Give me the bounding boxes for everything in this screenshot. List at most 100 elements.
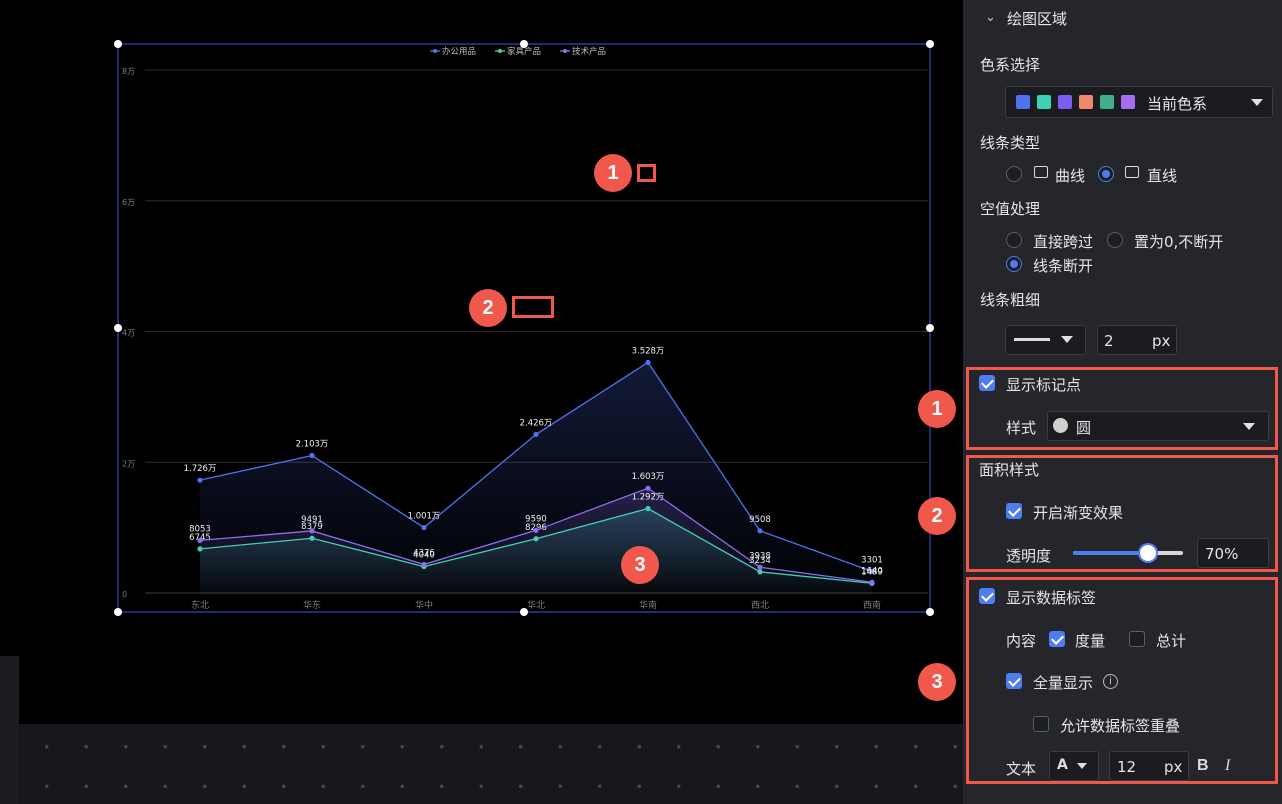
content-total-label[interactable]: 总计 xyxy=(1156,630,1186,651)
line-style-preview xyxy=(1014,338,1050,341)
data-point xyxy=(309,535,315,541)
data-point xyxy=(309,528,315,534)
data-point xyxy=(421,561,427,567)
resize-handle xyxy=(926,608,934,616)
data-point xyxy=(533,536,539,542)
resize-handle xyxy=(926,324,934,332)
show-marker-checkbox[interactable] xyxy=(979,375,995,391)
font-size-value: 12 xyxy=(1117,758,1137,776)
color-scheme-caret-icon xyxy=(1251,99,1263,106)
section-title[interactable]: 绘图区域 xyxy=(1007,8,1067,29)
swatch-5 xyxy=(1100,95,1114,109)
null-break-label[interactable]: 线条断开 xyxy=(1033,255,1093,276)
line-style-caret-icon xyxy=(1061,336,1073,343)
resize-handle xyxy=(114,324,122,332)
line-type-straight-radio[interactable] xyxy=(1098,166,1114,182)
show-data-label-checkbox[interactable] xyxy=(979,588,995,604)
content-label: 内容 xyxy=(1006,632,1037,650)
allow-overlap-label[interactable]: 允许数据标签重叠 xyxy=(1060,715,1180,736)
font-color-caret-icon xyxy=(1077,763,1087,769)
data-point xyxy=(197,546,203,552)
null-handling-label: 空值处理 xyxy=(980,200,1041,218)
gradient-label[interactable]: 开启渐变效果 xyxy=(1033,502,1123,523)
text-style-label: 文本 xyxy=(1006,760,1037,778)
resize-handle xyxy=(520,40,528,48)
legend-marker xyxy=(498,49,502,53)
resize-handle xyxy=(114,608,122,616)
show-data-label-label[interactable]: 显示数据标签 xyxy=(1006,587,1096,608)
bold-button[interactable]: B xyxy=(1197,757,1209,775)
x-tick-label: 东北 xyxy=(191,599,209,611)
null-zero-radio[interactable] xyxy=(1107,232,1123,248)
annotation-badge-1-panel: 1 xyxy=(918,390,956,428)
line-type-label: 线条类型 xyxy=(980,134,1041,152)
data-point xyxy=(645,485,651,491)
highlight-marker-point xyxy=(637,164,656,182)
data-point xyxy=(757,569,763,575)
resize-handle xyxy=(926,40,934,48)
x-tick-label: 华东 xyxy=(303,599,321,611)
data-label: 4376 xyxy=(413,548,435,558)
swatch-2 xyxy=(1037,95,1051,109)
legend-marker xyxy=(563,49,567,53)
allow-overlap-checkbox[interactable] xyxy=(1033,716,1049,732)
opacity-label: 透明度 xyxy=(1006,547,1052,565)
data-label: 3.528万 xyxy=(632,346,665,356)
show-all-checkbox[interactable] xyxy=(1006,673,1022,689)
null-zero-label[interactable]: 置为0,不断开 xyxy=(1134,231,1223,252)
null-skip-radio[interactable] xyxy=(1006,232,1022,248)
line-type-straight-label[interactable]: 直线 xyxy=(1147,165,1177,186)
data-point xyxy=(869,579,875,585)
curve-line-icon xyxy=(1034,166,1048,178)
line-type-curve-label[interactable]: 曲线 xyxy=(1055,165,1085,186)
info-icon[interactable]: i xyxy=(1103,674,1118,689)
app-root: 8万 6万 4万 2万 0 东北 华东 华中 华北 华南 西北 西南 1.726万 2.103万 1.001… xyxy=(0,0,1282,804)
y-tick-label: 6万 xyxy=(122,198,135,207)
content-total-checkbox[interactable] xyxy=(1129,631,1145,647)
data-label: 8053 xyxy=(189,524,211,534)
show-all-label[interactable]: 全量显示 xyxy=(1033,672,1093,693)
line-width-value: 2 xyxy=(1104,332,1114,350)
data-label: 1.292万 xyxy=(632,493,665,503)
line-width-unit: px xyxy=(1152,332,1171,350)
null-skip-label[interactable]: 直接跨过 xyxy=(1033,231,1093,252)
marker-style-label: 样式 xyxy=(1006,419,1037,437)
data-point xyxy=(757,564,763,570)
chart-svg[interactable]: 8万 6万 4万 2万 0 东北 华东 华中 华北 华南 西北 西南 1.726万 2.103万 1.001… xyxy=(0,0,963,804)
legend-label: 办公用品 xyxy=(442,46,476,57)
data-point xyxy=(197,537,203,543)
swatch-4 xyxy=(1079,95,1093,109)
content-measure-checkbox[interactable] xyxy=(1049,631,1065,647)
data-label: 9508 xyxy=(749,515,771,525)
straight-line-icon xyxy=(1125,166,1139,178)
y-tick-label: 8万 xyxy=(122,67,135,76)
y-tick-label: 4万 xyxy=(122,329,135,338)
settings-panel: ⌄ 绘图区域 色系选择 当前色系 线条类型 曲线 直线 空值处理 直接跨过 置为… xyxy=(963,0,1282,804)
data-point xyxy=(533,527,539,533)
x-tick-label: 西南 xyxy=(863,599,881,611)
legend-label: 技术产品 xyxy=(572,46,606,57)
null-break-radio[interactable] xyxy=(1006,256,1022,272)
opacity-slider-thumb[interactable] xyxy=(1137,543,1158,563)
legend-marker xyxy=(433,49,437,53)
highlight-data-label xyxy=(512,296,554,318)
x-tick-label: 华北 xyxy=(527,599,545,611)
swatch-1 xyxy=(1016,95,1030,109)
annotation-badge-2-panel: 2 xyxy=(918,497,956,535)
x-tick-label: 华南 xyxy=(639,599,657,611)
data-point xyxy=(197,477,203,483)
data-label: 9491 xyxy=(301,515,323,525)
data-label: 2.426万 xyxy=(520,418,553,428)
x-tick-label: 西北 xyxy=(751,600,769,611)
chevron-down-icon[interactable]: ⌄ xyxy=(985,10,996,25)
data-label: 9590 xyxy=(525,514,547,524)
gradient-checkbox[interactable] xyxy=(1006,503,1022,519)
area-style-title: 面积样式 xyxy=(979,461,1040,479)
data-label: 1.603万 xyxy=(632,472,665,482)
italic-button[interactable]: I xyxy=(1225,757,1230,775)
line-type-curve-radio[interactable] xyxy=(1006,166,1022,182)
y-tick-label: 2万 xyxy=(122,459,135,468)
content-measure-label[interactable]: 度量 xyxy=(1075,630,1105,651)
x-tick-label: 华中 xyxy=(415,599,433,611)
show-marker-label[interactable]: 显示标记点 xyxy=(1006,374,1081,395)
